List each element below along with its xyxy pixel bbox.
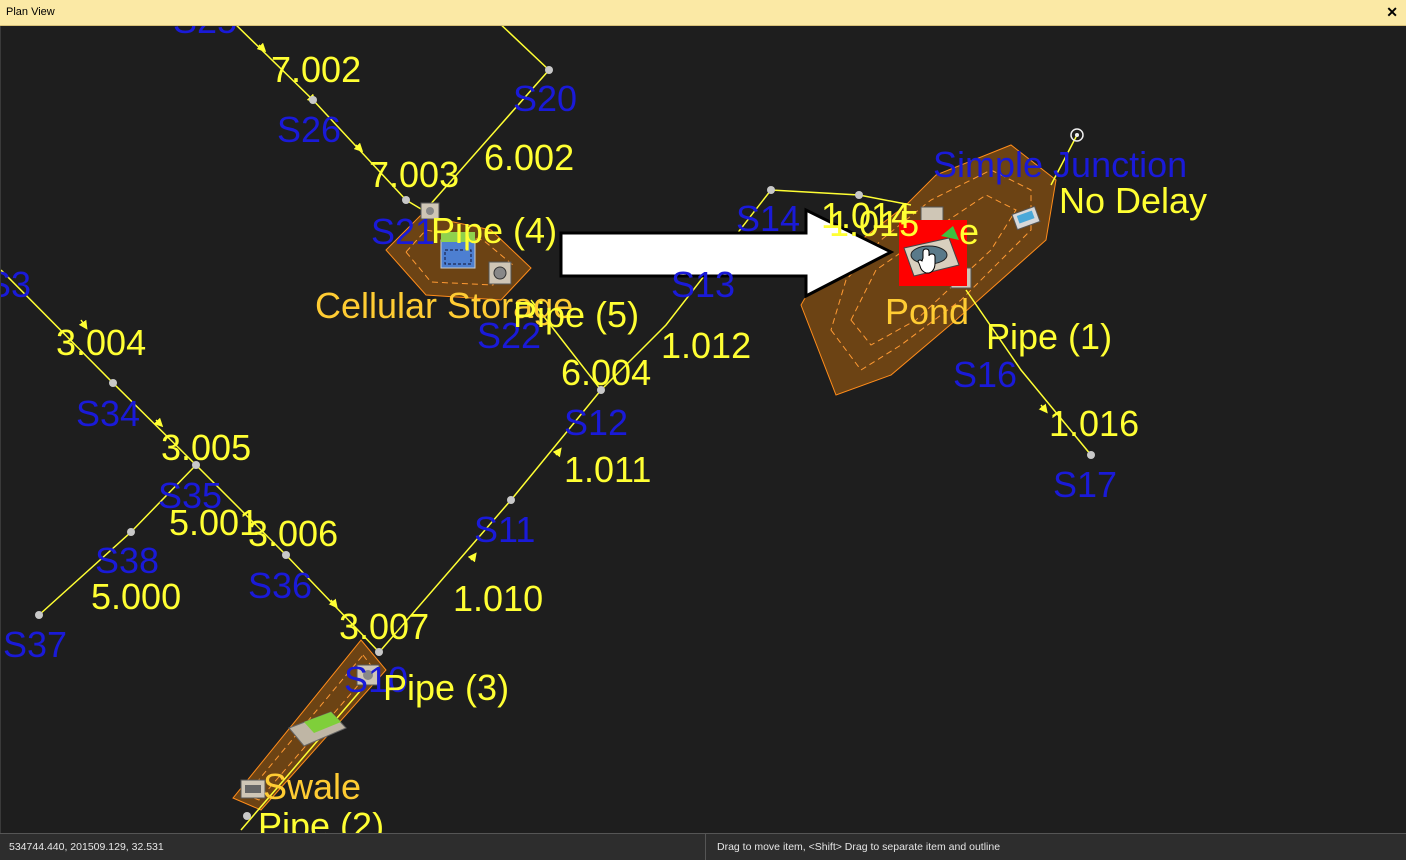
pipe-label: 7.003 (369, 154, 459, 195)
node-label: S20 (513, 78, 577, 119)
network-drawing[interactable]: 7.002 7.003 6.002 3.004 3.005 5.001 3.00… (1, 26, 1406, 833)
node-label: S36 (248, 565, 312, 606)
node-label: S11 (474, 509, 535, 550)
pipe-2-label: Pipe (2) (258, 805, 384, 833)
swale-inlet-icon[interactable] (240, 779, 266, 799)
pipe-label: 6.002 (484, 137, 574, 178)
node-label: S35 (158, 475, 222, 516)
pipe-label: 3.006 (248, 513, 338, 554)
node-label: S16 (953, 354, 1017, 395)
node-label: S12 (564, 402, 628, 443)
flow-control-icon[interactable] (488, 261, 512, 285)
node-label: S34 (76, 393, 140, 434)
pipe-labels: 7.002 7.003 6.002 3.004 3.005 5.001 3.00… (56, 49, 1139, 647)
node-label: S37 (3, 624, 67, 665)
pipe-label: 6.004 (561, 352, 651, 393)
status-hint-panel: Drag to move item, <Shift> Drag to separ… (707, 834, 1406, 860)
pond-inlet-icon[interactable] (920, 206, 944, 222)
pond-label: Pond (885, 291, 969, 332)
pipe-label: 5.000 (91, 576, 181, 617)
simple-junction-label: Simple Junction (933, 144, 1187, 185)
node-label: S38 (95, 540, 159, 581)
pipe-label: 1.011 (564, 449, 651, 490)
cursor-coordinates: 534744.440, 201509.129, 32.531 (9, 841, 164, 853)
hidden-label-fragment: e (959, 211, 979, 252)
window-titlebar: Plan View ✕ (0, 0, 1406, 26)
close-icon[interactable]: ✕ (1386, 4, 1398, 20)
node-label: S3 (1, 264, 31, 305)
window-title: Plan View (6, 6, 55, 18)
pipe-label: 1.010 (453, 578, 543, 619)
node-label: S17 (1053, 464, 1117, 505)
pipe-label: 1.016 (1049, 403, 1139, 444)
pipe-label: 7.002 (271, 49, 361, 90)
plan-view-canvas[interactable]: 7.002 7.003 6.002 3.004 3.005 5.001 3.00… (0, 26, 1406, 833)
pipe-label: 3.004 (56, 322, 146, 363)
pipe-4-label: Pipe (4) (431, 210, 557, 251)
node-label: S14 (736, 198, 800, 239)
node-label: S25 (173, 26, 237, 41)
pipe-3-label: Pipe (3) (383, 667, 509, 708)
pipe-1-label: Pipe (1) (986, 316, 1112, 357)
status-coordinates-panel: 534744.440, 201509.129, 32.531 (0, 834, 706, 860)
node-label: S21 (371, 211, 435, 252)
pipe-label: 3.007 (339, 606, 429, 647)
pipe-label: 3.005 (161, 427, 251, 468)
swale-label: Swale (263, 766, 361, 807)
status-bar: 534744.440, 201509.129, 32.531 Drag to m… (0, 833, 1406, 860)
pipe-5-label: Pipe (5) (513, 294, 639, 335)
pipe-label: 1.015 (829, 203, 919, 244)
node-label: S26 (277, 109, 341, 150)
pipe-label: 1.012 (661, 325, 751, 366)
status-hint: Drag to move item, <Shift> Drag to separ… (717, 841, 1001, 853)
no-delay-label: No Delay (1059, 180, 1207, 221)
node-label: S13 (671, 264, 735, 305)
